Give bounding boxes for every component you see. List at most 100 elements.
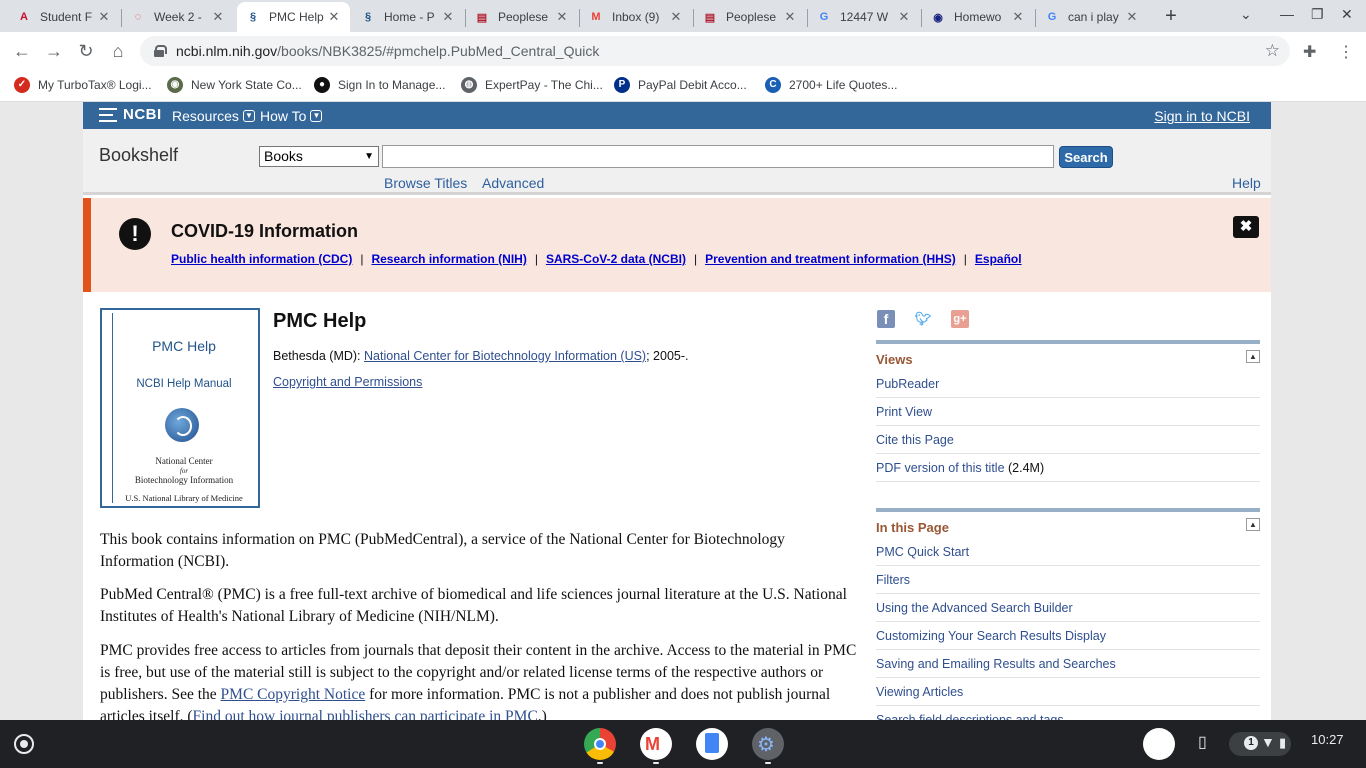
minimize-icon[interactable]: —	[1280, 6, 1294, 22]
covid-link[interactable]: Prevention and treatment information (HH…	[705, 252, 956, 266]
covid-link[interactable]: Español	[975, 252, 1022, 266]
in-page-link[interactable]: Saving and Emailing Results and Searches	[876, 650, 1260, 678]
views-link-label: Cite this Page	[876, 433, 954, 447]
twitter-icon[interactable]: 🐦︎	[914, 310, 932, 328]
facebook-icon[interactable]: f	[877, 310, 895, 328]
ncbi-logo[interactable]: NCBI	[99, 106, 162, 123]
extensions-icon[interactable]: ✚	[1303, 42, 1316, 62]
bookmark-item[interactable]: C 2700+ Life Quotes...	[765, 77, 897, 93]
publisher-link[interactable]: National Center for Biotechnology Inform…	[364, 349, 646, 363]
menu-icon[interactable]: ⋮	[1338, 42, 1354, 62]
in-page-link[interactable]: PMC Quick Start	[876, 538, 1260, 566]
new-tab-button[interactable]: +	[1160, 5, 1182, 28]
browse-titles-link[interactable]: Browse Titles	[384, 175, 467, 191]
close-tab-icon[interactable]: ✕	[896, 9, 912, 25]
collapse-icon[interactable]: ▲	[1246, 518, 1260, 531]
in-page-link[interactable]: Filters	[876, 566, 1260, 594]
browser-tab[interactable]: ▤ Peoplese ✕	[466, 2, 578, 32]
cover-org-line: Biotechnology Information	[134, 475, 234, 485]
in-page-link[interactable]: Search field descriptions and tags	[876, 706, 1260, 720]
forward-icon[interactable]: →	[44, 41, 64, 62]
lock-icon[interactable]	[154, 45, 167, 57]
browser-tab[interactable]: ◌ Week 2 - ✕	[122, 2, 234, 32]
covid-link[interactable]: SARS-CoV-2 data (NCBI)	[546, 252, 686, 266]
gmail-app-icon[interactable]: M	[640, 728, 672, 760]
settings-app-icon[interactable]: ⚙	[752, 728, 784, 760]
in-this-page-title: In this Page	[876, 520, 949, 535]
browser-tab[interactable]: § PMC Help ✕	[237, 2, 350, 32]
database-select[interactable]: Books ▼	[259, 146, 379, 167]
user-avatar[interactable]	[1143, 728, 1175, 760]
copyright-link[interactable]: Copyright and Permissions	[273, 375, 422, 389]
bookmark-label: New York State Co...	[191, 78, 302, 92]
views-link[interactable]: PubReader	[876, 370, 1260, 398]
bookmark-item[interactable]: P PayPal Debit Acco...	[614, 77, 747, 93]
clock[interactable]: 10:27	[1311, 732, 1344, 747]
resources-menu[interactable]: Resources ▼	[172, 108, 255, 124]
browser-tab[interactable]: M Inbox (9) ✕	[580, 2, 692, 32]
chrome-app-icon[interactable]	[584, 728, 616, 760]
bookmark-star-icon[interactable]: ☆	[1265, 41, 1280, 61]
bookmark-item[interactable]: ◍ ExpertPay - The Chi...	[461, 77, 603, 93]
browser-tab[interactable]: § Home - P ✕	[352, 2, 464, 32]
close-tab-icon[interactable]: ✕	[782, 9, 798, 25]
advanced-search-link[interactable]: Advanced	[482, 175, 544, 191]
reload-icon[interactable]: ↻	[76, 41, 96, 62]
launcher-icon[interactable]	[14, 734, 34, 754]
cover-organization: National Center for Biotechnology Inform…	[113, 456, 255, 486]
help-link[interactable]: Help	[1232, 175, 1261, 191]
browser-tab[interactable]: ◉ Homewo ✕	[922, 2, 1034, 32]
close-tab-icon[interactable]: ✕	[210, 9, 226, 25]
howto-menu[interactable]: How To ▼	[260, 108, 323, 124]
turbotax-icon: ✓	[14, 77, 30, 93]
views-link[interactable]: Cite this Page	[876, 426, 1260, 454]
close-tab-icon[interactable]: ✕	[96, 9, 112, 25]
home-icon[interactable]: ⌂	[108, 41, 128, 62]
link-separator: |	[534, 252, 538, 266]
close-tab-icon[interactable]: ✕	[1010, 9, 1026, 25]
google-plus-icon[interactable]: g+	[951, 310, 969, 328]
tab-title: can i play	[1068, 10, 1119, 24]
in-page-link[interactable]: Customizing Your Search Results Display	[876, 622, 1260, 650]
close-tab-icon[interactable]: ✕	[668, 9, 684, 25]
collapse-icon[interactable]: ▲	[1246, 350, 1260, 363]
copyright-notice-link[interactable]: PMC Copyright Notice	[221, 686, 366, 703]
search-button[interactable]: Search	[1059, 146, 1113, 168]
docs-app-icon[interactable]	[696, 728, 728, 760]
in-page-link[interactable]: Using the Advanced Search Builder	[876, 594, 1260, 622]
covid-link[interactable]: Public health information (CDC)	[171, 252, 352, 266]
close-tab-icon[interactable]: ✕	[326, 9, 342, 25]
browser-tab[interactable]: Gcan i play ✕	[1036, 2, 1148, 32]
phone-hub-icon[interactable]: ▯	[1198, 732, 1207, 752]
status-tray[interactable]: 1 ▼ ▮	[1229, 732, 1291, 756]
bookmark-item[interactable]: ✓ My TurboTax® Logi...	[14, 77, 152, 93]
close-tab-icon[interactable]: ✕	[554, 9, 570, 25]
address-bar[interactable]: ncbi.nlm.nih.gov/books/NBK3825/#pmchelp.…	[140, 36, 1290, 66]
bookmark-item[interactable]: ◉ New York State Co...	[167, 77, 302, 93]
flag-icon: ▤	[476, 11, 488, 24]
link-separator: |	[360, 252, 364, 266]
views-link[interactable]: PDF version of this title (2.4M)	[876, 454, 1260, 482]
browser-tab[interactable]: A Student F ✕	[8, 2, 120, 32]
publisher-participation-link[interactable]: Find out how journal publishers can part…	[193, 708, 538, 720]
alert-icon: !	[119, 218, 151, 250]
database-select-value: Books	[264, 148, 303, 164]
close-tab-icon[interactable]: ✕	[1124, 9, 1140, 25]
bookmark-item[interactable]: ● Sign In to Manage...	[314, 77, 445, 93]
sign-in-link[interactable]: Sign in to NCBI	[1154, 108, 1250, 124]
back-icon[interactable]: ←	[12, 41, 32, 62]
covid-link[interactable]: Research information (NIH)	[371, 252, 526, 266]
student-portal-icon: A	[20, 11, 28, 23]
browser-tab[interactable]: ▤ Peoplese ✕	[694, 2, 806, 32]
views-link[interactable]: Print View	[876, 398, 1260, 426]
book-cover[interactable]: PMC Help NCBI Help Manual National Cente…	[100, 308, 260, 508]
bookmark-label: PayPal Debit Acco...	[638, 78, 747, 92]
search-input[interactable]	[382, 145, 1054, 168]
browser-tab[interactable]: G 12447 W ✕	[808, 2, 920, 32]
in-page-link[interactable]: Viewing Articles	[876, 678, 1260, 706]
tab-search-icon[interactable]: ⌄	[1240, 6, 1252, 23]
close-banner-button[interactable]: ✖	[1233, 216, 1259, 238]
close-tab-icon[interactable]: ✕	[440, 9, 456, 25]
restore-icon[interactable]: ❐	[1311, 6, 1324, 23]
close-window-icon[interactable]: ✕	[1341, 6, 1353, 23]
